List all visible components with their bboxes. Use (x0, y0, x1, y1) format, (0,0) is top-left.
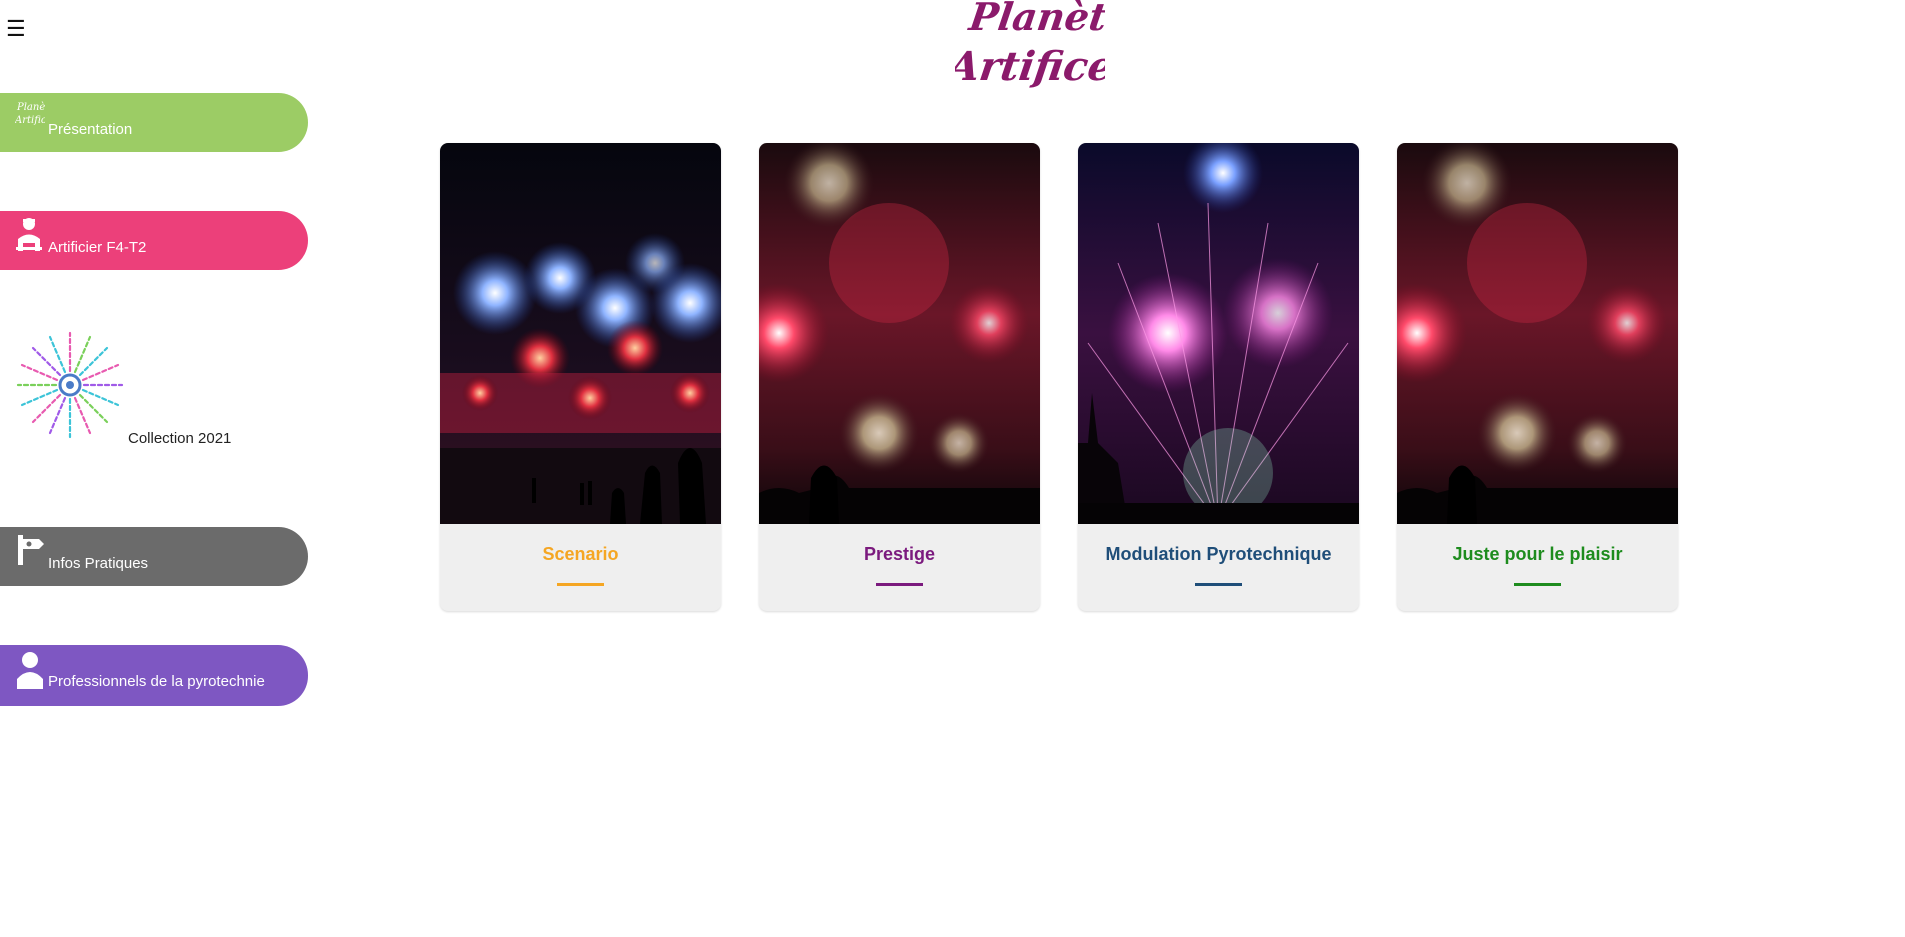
hamburger-menu-icon[interactable]: ☰ (6, 18, 26, 40)
sidebar-item-artificier[interactable]: Artificier F4-T2 (0, 211, 308, 270)
card-underline (557, 583, 604, 586)
card-title: Scenario (542, 544, 619, 564)
sidebar-item-professionnels[interactable]: Professionnels de la pyrotechnie (0, 645, 308, 706)
planete-artifices-logo[interactable]: Planète Artifices (955, 0, 1105, 94)
sidebar-item-infos-pratiques[interactable]: Infos Pratiques (0, 527, 308, 586)
card-underline (876, 583, 923, 586)
sidebar-item-label: Présentation (48, 121, 133, 138)
svg-text:Artifices: Artifices (955, 43, 1105, 90)
card-underline (1195, 583, 1242, 586)
firework-burst-icon (16, 331, 124, 439)
signpost-icon (15, 533, 45, 571)
artificer-person-icon (15, 217, 43, 257)
fireworks-photo-modulation (1078, 143, 1359, 524)
svg-text:Planète: Planète (16, 102, 45, 113)
card-scenario[interactable]: Scenario (440, 143, 721, 611)
fireworks-photo-scenario (440, 143, 721, 524)
sidebar-item-collection-2021[interactable]: Collection 2021 (15, 328, 255, 448)
person-icon (15, 651, 45, 693)
sidebar-item-presentation[interactable]: Planète Artifices Présentation (0, 93, 308, 152)
sidebar-item-label: Artificier F4-T2 (48, 239, 147, 256)
fireworks-photo-prestige (759, 143, 1040, 524)
card-title: Prestige (863, 544, 936, 564)
card-title: Juste pour le plaisir (1452, 544, 1623, 564)
fireworks-photo-plaisir (1397, 143, 1678, 524)
card-title: Modulation Pyrotechnique (1105, 544, 1332, 564)
planete-artifices-mini-logo-icon: Planète Artifices (14, 99, 58, 131)
sidebar-item-label: Collection 2021 (128, 430, 232, 447)
card-juste-pour-le-plaisir[interactable]: Juste pour le plaisir (1397, 143, 1678, 611)
svg-text:Artifices: Artifices (15, 115, 45, 126)
sidebar-item-label: Professionnels de la pyrotechnie (48, 673, 265, 690)
card-underline (1514, 583, 1561, 586)
card-modulation-pyrotechnique[interactable]: Modulation Pyrotechnique (1078, 143, 1359, 611)
sidebar-item-label: Infos Pratiques (48, 555, 149, 572)
card-prestige[interactable]: Prestige (759, 143, 1040, 611)
svg-text:Planète: Planète (966, 0, 1105, 40)
